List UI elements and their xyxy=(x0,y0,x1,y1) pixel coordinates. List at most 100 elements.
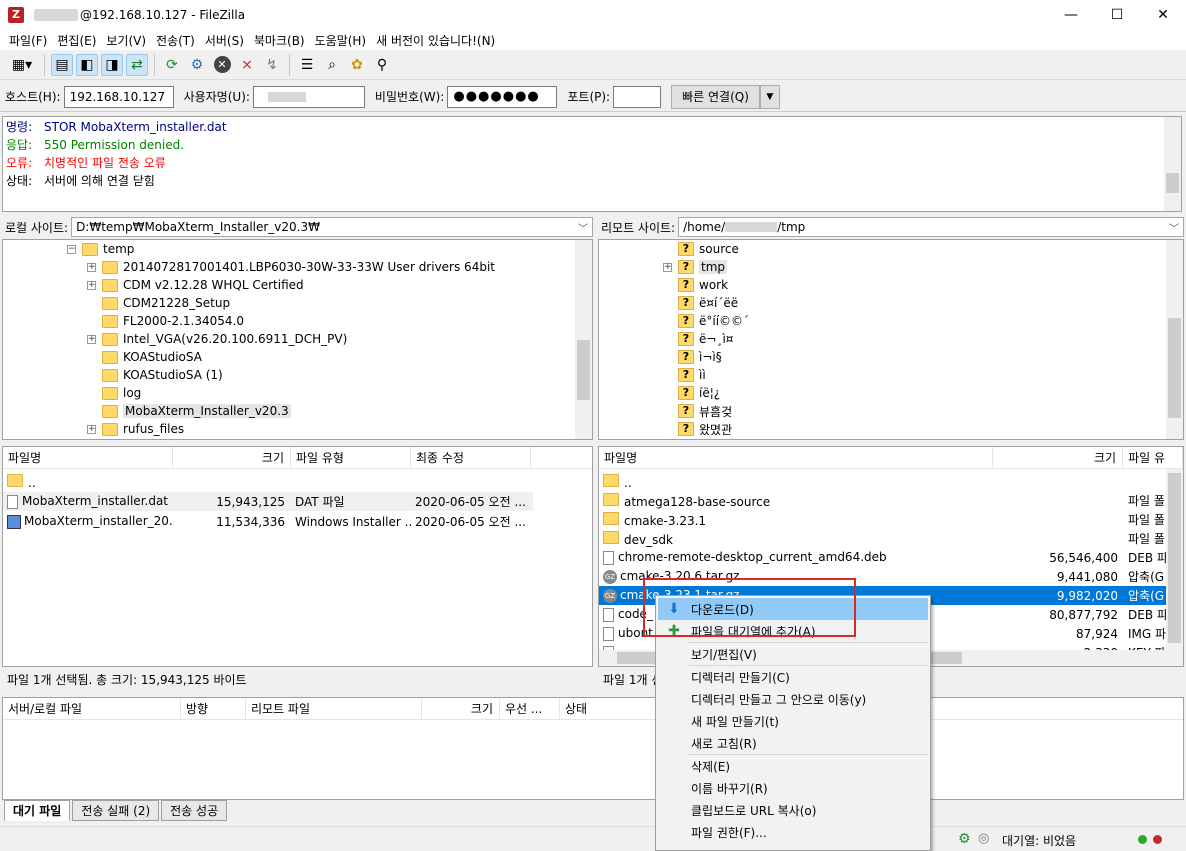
chevron-down-icon[interactable]: ﹀ xyxy=(578,220,588,235)
menu-server[interactable]: 서버(S) xyxy=(200,32,249,49)
speed-limit-icon[interactable]: ◎ xyxy=(978,831,989,846)
menu-transfer[interactable]: 전송(T) xyxy=(151,32,200,49)
process-queue-icon[interactable]: ⚙ xyxy=(186,54,208,76)
close-button[interactable]: ✕ xyxy=(1140,0,1186,30)
tree-node[interactable]: + Intel_VGA(v26.20.100.6911_DCH_PV) xyxy=(87,330,347,348)
col-size[interactable]: 크기 xyxy=(993,447,1124,468)
disconnect-icon[interactable]: ⨯ xyxy=(236,54,258,76)
tree-node[interactable]: + rufus_files xyxy=(87,420,184,438)
chevron-down-icon[interactable]: ﹀ xyxy=(1169,220,1179,235)
menu-item-create-directory[interactable]: 디렉터리 만들기(C) xyxy=(658,666,928,688)
tree-node[interactable]: log xyxy=(87,384,141,402)
local-file-row[interactable]: MobaXterm_installer_20.... 11,534,336 Wind… xyxy=(3,512,533,531)
toggle-queue-icon[interactable]: ⇄ xyxy=(126,53,148,76)
col-priority[interactable]: 우선 ... xyxy=(500,698,560,719)
remote-file-row[interactable]: cmake-3.23.1 파일 폴 xyxy=(599,510,1166,529)
tree-node[interactable]: +2014072817001401.LBP6030-30W-33-33W Use… xyxy=(87,258,495,276)
toggle-log-icon[interactable]: ▤ xyxy=(51,53,73,76)
local-file-row[interactable]: MobaXterm_installer.dat 15,943,125 DAT 파일 2… xyxy=(3,492,533,511)
menu-file[interactable]: 파일(F) xyxy=(4,32,52,49)
tab-successful-transfers[interactable]: 전송 성공 xyxy=(161,800,228,821)
remote-file-row[interactable]: chrome-remote-desktop_current_amd64.deb 5… xyxy=(599,548,1166,567)
tab-failed-transfers[interactable]: 전송 실패 (2) xyxy=(72,800,160,821)
local-path-input[interactable]: D:₩temp₩MobaXterm_Installer_v20.3₩ ﹀ xyxy=(71,217,593,237)
menu-edit[interactable]: 편집(E) xyxy=(52,32,101,49)
gear-icon[interactable]: ⚙ xyxy=(958,831,971,847)
tree-node[interactable]: ? ìì xyxy=(663,366,706,384)
menu-bookmarks[interactable]: 북마크(B) xyxy=(249,32,310,49)
col-server-local-file[interactable]: 서버/로컬 파일 xyxy=(3,698,181,719)
col-filetype[interactable]: 파일 유 xyxy=(1123,447,1183,468)
menu-item-file-permissions[interactable]: 파일 권한(F)... xyxy=(658,821,928,843)
toggle-remote-tree-icon[interactable]: ◨ xyxy=(101,53,123,76)
reconnect-icon[interactable]: ↯ xyxy=(261,54,283,76)
maximize-button[interactable]: ☐ xyxy=(1094,0,1140,30)
expand-icon[interactable]: + xyxy=(87,280,96,290)
tree-node[interactable]: KOAStudioSA xyxy=(87,348,202,366)
minimize-button[interactable]: — xyxy=(1048,0,1094,30)
tree-node[interactable]: ? ë¤í´ëë xyxy=(663,294,738,312)
tab-queued-files[interactable]: 대기 파일 xyxy=(4,800,71,821)
tree-node[interactable]: ? 왔몄관 xyxy=(663,420,732,438)
menu-item-refresh[interactable]: 새로 고침(R) xyxy=(658,732,928,754)
menu-view[interactable]: 보기(V) xyxy=(101,32,151,49)
menu-item-delete[interactable]: 삭제(E) xyxy=(658,755,928,777)
menu-new-version[interactable]: 새 버전이 있습니다!(N) xyxy=(371,32,500,49)
col-filename[interactable]: 파일명 xyxy=(599,447,994,468)
expand-icon[interactable]: + xyxy=(87,424,96,434)
tree-node[interactable]: CDM21228_Setup xyxy=(87,294,230,312)
remote-tree-scrollbar[interactable] xyxy=(1166,240,1183,439)
host-input[interactable] xyxy=(63,85,174,108)
tree-node[interactable]: ? ë¬¸ì¤ xyxy=(663,330,733,348)
tree-node[interactable]: ? source xyxy=(663,240,739,258)
tree-node[interactable]: ? ë°íí©©´ xyxy=(663,312,749,330)
remote-file-row[interactable]: atmega128-base-source 파일 폴 xyxy=(599,491,1166,510)
tree-node[interactable]: + CDM v2.12.28 WHQL Certified xyxy=(87,276,304,294)
tree-node[interactable]: MobaXterm_Installer_v20.3 xyxy=(87,402,291,420)
col-direction[interactable]: 방향 xyxy=(181,698,246,719)
menu-item-rename[interactable]: 이름 바꾸기(R) xyxy=(658,777,928,799)
remote-list-scrollbar[interactable] xyxy=(1166,469,1183,651)
tree-node[interactable]: ? work xyxy=(663,276,728,294)
col-filetype[interactable]: 파일 유형 xyxy=(291,447,411,468)
col-filename[interactable]: 파일명 xyxy=(3,447,173,468)
tree-node[interactable]: ? 뷰흠겆 xyxy=(663,402,732,420)
filter-icon[interactable]: ☰ xyxy=(296,54,318,76)
port-input[interactable] xyxy=(613,85,662,108)
col-remote-file[interactable]: 리모트 파일 xyxy=(246,698,422,719)
log-scrollbar[interactable] xyxy=(1164,117,1181,211)
quickconnect-button[interactable]: 빠른 연결(Q) xyxy=(671,84,760,109)
sync-browse-icon[interactable]: ✿ xyxy=(346,54,368,76)
username-input[interactable] xyxy=(252,85,365,108)
tree-node[interactable]: ? íë¦¿ xyxy=(663,384,720,402)
remote-file-row[interactable]: .. xyxy=(599,472,1166,491)
tree-node[interactable]: KOAStudioSA (1) xyxy=(87,366,223,384)
expand-icon[interactable]: + xyxy=(663,262,672,272)
toggle-local-tree-icon[interactable]: ◧ xyxy=(76,53,98,76)
local-file-row[interactable]: .. xyxy=(3,472,533,491)
expand-icon[interactable]: + xyxy=(87,334,96,344)
tree-node[interactable]: +? tmp xyxy=(663,258,728,276)
local-tree-scrollbar[interactable] xyxy=(575,240,592,439)
site-manager-icon[interactable]: ▦▾ xyxy=(6,54,38,76)
remote-path-input[interactable]: /home/ /tmp ﹀ xyxy=(678,217,1184,237)
quickconnect-history-dropdown[interactable]: ▼ xyxy=(759,84,780,109)
expand-icon[interactable]: + xyxy=(87,262,96,272)
refresh-icon[interactable]: ⟳ xyxy=(161,54,183,76)
col-size[interactable]: 크기 xyxy=(173,447,291,468)
col-size[interactable]: 크기 xyxy=(422,698,500,719)
menu-item-copy-url-to-clipboard[interactable]: 클립보드로 URL 복사(o) xyxy=(658,799,928,821)
menu-item-create-new-file[interactable]: 새 파일 만들기(t) xyxy=(658,710,928,732)
cancel-icon[interactable]: ✕ xyxy=(211,54,233,76)
compare-icon[interactable]: ⌕ xyxy=(321,54,343,76)
tree-node[interactable]: FL2000-2.1.34054.0 xyxy=(87,312,244,330)
tree-node-temp[interactable]: − temp xyxy=(67,240,134,258)
collapse-icon[interactable]: − xyxy=(67,244,76,254)
remote-file-row[interactable]: dev_sdk 파일 폴 xyxy=(599,529,1166,548)
menu-item-view-edit[interactable]: 보기/편집(V) xyxy=(658,643,928,665)
password-input[interactable]: ●●●●●●● xyxy=(447,85,558,108)
col-modified[interactable]: 최종 수정 xyxy=(411,447,531,468)
tree-node[interactable]: ? ì¬ì§ xyxy=(663,348,722,366)
menu-help[interactable]: 도움말(H) xyxy=(310,32,372,49)
col-status[interactable]: 상태 xyxy=(560,698,620,719)
